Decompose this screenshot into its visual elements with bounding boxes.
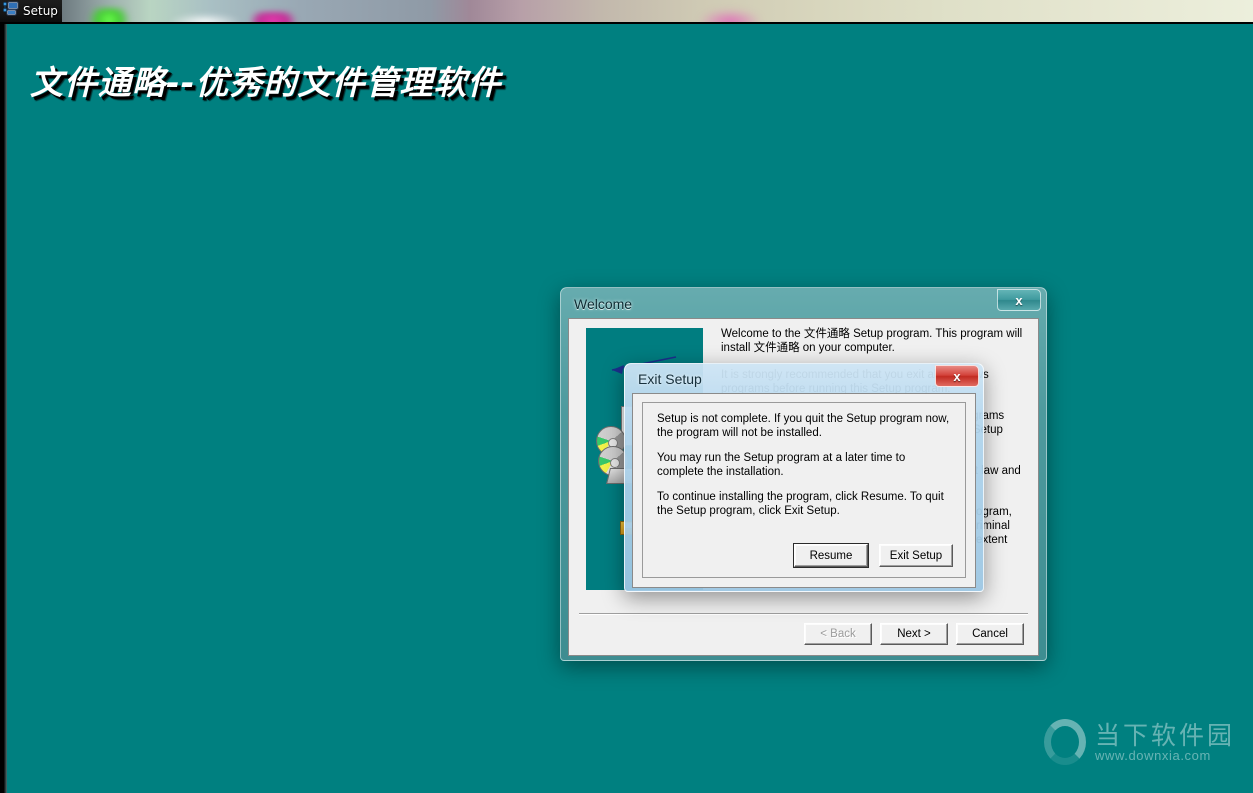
wallpaper-blob-pink-right xyxy=(700,10,760,22)
exit-setup-titlebar[interactable]: Exit Setup x xyxy=(632,365,979,393)
exit-setup-title: Exit Setup xyxy=(638,371,702,387)
setup-background-window: 文件通略--优秀的文件管理软件 当下软件园 www.downxia.com We… xyxy=(0,22,1253,793)
close-icon[interactable]: x xyxy=(997,289,1041,311)
resume-button[interactable]: Resume xyxy=(794,544,868,567)
exit-setup-dialog[interactable]: Exit Setup x Setup is not complete. If y… xyxy=(624,363,984,592)
exit-setup-client-area: Setup is not complete. If you quit the S… xyxy=(632,393,976,588)
watermark-url: www.downxia.com xyxy=(1094,747,1211,763)
exit-setup-message: Setup is not complete. If you quit the S… xyxy=(657,412,953,529)
exit-setup-button[interactable]: Exit Setup xyxy=(879,544,953,567)
watermark-brand: 当下软件园 xyxy=(1094,720,1235,750)
exit-paragraph-2: You may run the Setup program at a later… xyxy=(657,452,906,478)
welcome-separator xyxy=(579,613,1028,614)
exit-setup-inner-panel: Setup is not complete. If you quit the S… xyxy=(642,402,966,578)
site-watermark: 当下软件园 www.downxia.com xyxy=(1043,719,1235,765)
setup-taskbar-label: Setup xyxy=(23,4,58,18)
welcome-paragraph-1: Welcome to the 文件通略 Setup program. This … xyxy=(721,328,1023,354)
exit-paragraph-3: To continue installing the program, clic… xyxy=(657,491,944,517)
back-button[interactable]: < Back xyxy=(804,623,872,645)
exit-setup-button-bar: Resume Exit Setup xyxy=(794,544,953,567)
welcome-button-bar: < Back Next > Cancel xyxy=(804,623,1024,645)
wallpaper-blob-pink xyxy=(250,12,296,22)
wallpaper-blob-green xyxy=(88,8,130,22)
setup-banner-title: 文件通略--优秀的文件管理软件 xyxy=(30,63,502,102)
setup-taskbar-entry[interactable]: Setup xyxy=(0,0,62,22)
welcome-titlebar[interactable]: Welcome x xyxy=(568,289,1041,318)
desktop-wallpaper-strip xyxy=(0,0,1253,22)
close-icon[interactable]: x xyxy=(935,365,979,387)
cancel-button[interactable]: Cancel xyxy=(956,623,1024,645)
computer-network-icon xyxy=(2,1,19,21)
exit-paragraph-1: Setup is not complete. If you quit the S… xyxy=(657,413,950,439)
welcome-title: Welcome xyxy=(574,296,633,312)
next-button[interactable]: Next > xyxy=(880,623,948,645)
letter-o-logo xyxy=(1043,719,1086,765)
wallpaper-blob-white xyxy=(170,14,240,22)
